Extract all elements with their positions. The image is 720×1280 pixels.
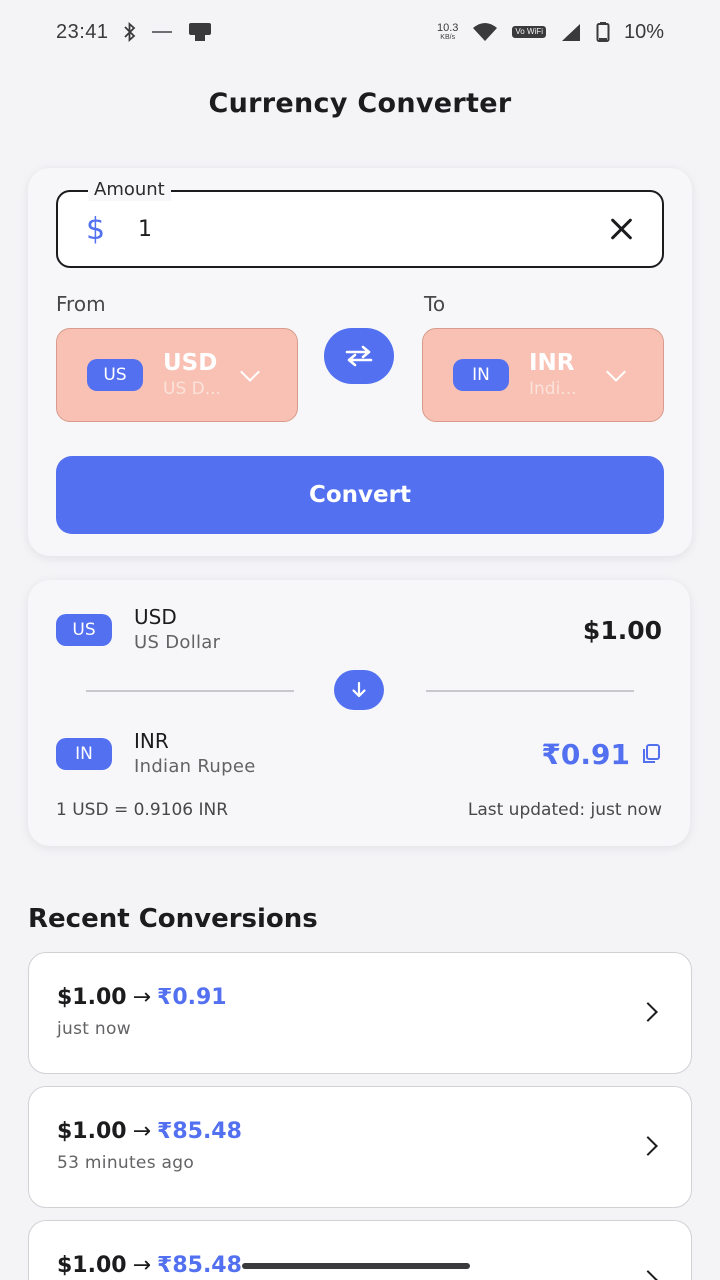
copy-icon[interactable] [640, 743, 662, 765]
history-to-amount: ₹85.48 [157, 1253, 242, 1278]
result-from-amount: $1.00 [582, 615, 662, 645]
result-from-name: US Dollar [134, 632, 221, 653]
chevron-right-icon [638, 1002, 658, 1022]
from-currency-name: US D... [163, 379, 221, 399]
result-from-row: US USD US Dollar $1.00 [56, 604, 662, 656]
net-speed: 10.3 KB/s [436, 22, 459, 42]
to-label: To [424, 292, 446, 316]
chevron-right-icon [638, 1270, 658, 1280]
result-card: US USD US Dollar $1.00 IN INR Indian Rup… [28, 580, 690, 846]
history-time: just now [57, 1019, 131, 1039]
to-flag-chip: IN [453, 359, 509, 391]
result-to-amount: ₹0.91 [541, 737, 630, 771]
battery-icon [596, 21, 610, 43]
chevron-down-icon [240, 362, 260, 382]
vowifi-badge: Vo WiFi [512, 26, 546, 38]
list-item[interactable]: $1.00 → ₹85.48 [28, 1220, 692, 1280]
to-currency-name: Indi... [529, 379, 577, 399]
result-to-flag: IN [56, 738, 112, 770]
status-time: 23:41 [56, 20, 109, 43]
divider [86, 690, 294, 692]
history-to-amount: ₹85.48 [157, 1119, 242, 1144]
last-updated: Last updated: just now [467, 800, 662, 820]
arrow-icon: → [132, 1119, 152, 1144]
dollar-icon: $ [86, 211, 106, 247]
signal-icon [560, 22, 582, 42]
to-currency-code: INR [529, 350, 575, 376]
chevron-down-icon [606, 362, 626, 382]
home-indicator[interactable] [242, 1263, 470, 1269]
status-bar: 23:41 10.3 KB/s Vo WiFi 10% [0, 0, 720, 64]
amount-input[interactable]: 1 [138, 217, 608, 242]
arrow-icon: → [132, 1253, 152, 1278]
to-currency-select[interactable]: IN INR Indi... [422, 328, 664, 422]
history-to-amount: ₹0.91 [157, 985, 227, 1010]
swap-icon [345, 345, 373, 367]
history-time: 53 minutes ago [57, 1153, 195, 1173]
result-to-code: INR [134, 729, 169, 753]
from-label: From [56, 292, 106, 316]
history-from-amount: $1.00 [57, 1119, 127, 1144]
result-to-row: IN INR Indian Rupee ₹0.91 [56, 728, 662, 780]
result-from-code: USD [134, 605, 177, 629]
amount-field[interactable]: Amount $ 1 [56, 179, 664, 268]
list-item[interactable]: $1.00 → ₹0.91 just now [28, 952, 692, 1074]
history-from-amount: $1.00 [57, 985, 127, 1010]
list-item[interactable]: $1.00 → ₹85.48 53 minutes ago [28, 1086, 692, 1208]
divider [426, 690, 634, 692]
recent-conversions-title: Recent Conversions [28, 904, 318, 934]
from-currency-select[interactable]: US USD US D... [56, 328, 298, 422]
converter-card: Amount $ 1 From To US USD US D... IN INR… [28, 168, 692, 556]
swap-button[interactable] [324, 328, 394, 384]
notification-icon [151, 27, 173, 37]
convert-button[interactable]: Convert [56, 456, 664, 534]
from-currency-code: USD [163, 350, 218, 376]
arrow-icon: → [132, 985, 152, 1010]
arrow-down-icon [334, 670, 384, 710]
exchange-rate: 1 USD = 0.9106 INR [56, 800, 229, 820]
bluetooth-icon [123, 22, 137, 42]
result-from-flag: US [56, 614, 112, 646]
chevron-right-icon [638, 1136, 658, 1156]
history-from-amount: $1.00 [57, 1253, 127, 1278]
app-notification-icon [187, 21, 213, 43]
battery-percent: 10% [623, 20, 664, 43]
from-flag-chip: US [87, 359, 143, 391]
result-to-name: Indian Rupee [134, 756, 256, 777]
close-icon[interactable] [608, 215, 636, 243]
page-title: Currency Converter [208, 88, 512, 119]
amount-label: Amount [88, 179, 171, 201]
wifi-icon [472, 22, 498, 42]
